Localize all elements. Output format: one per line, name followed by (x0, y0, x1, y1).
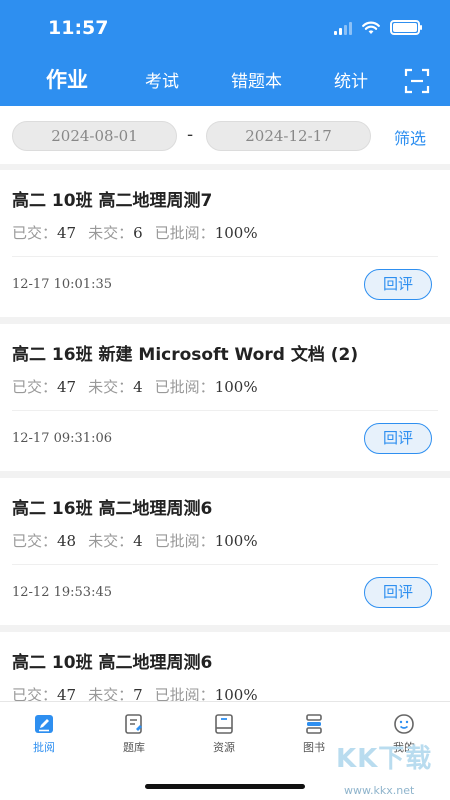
wifi-icon (362, 21, 380, 34)
smiley-icon (394, 714, 414, 734)
tab-homework[interactable]: 作业 (46, 64, 88, 94)
submitted-count: 47 (57, 686, 77, 701)
unsubmitted-label: 未交： (88, 224, 134, 242)
card-timestamp: 12-17 09:31:06 (12, 431, 112, 446)
card-title: 高二 10班 高二地理周测7 (12, 191, 213, 211)
card-stats: 已交：47 未交：7 已批阅：100% (12, 684, 258, 701)
tab-wrong-questions[interactable]: 错题本 (231, 67, 282, 92)
homework-card[interactable]: 高二 16班 高二地理周测6 已交：48 未交：4 已批阅：100% 12-12 1… (0, 478, 450, 625)
card-stats: 已交：47 未交：6 已批阅：100% (12, 222, 258, 243)
card-divider (12, 410, 438, 411)
home-indicator[interactable] (145, 784, 305, 789)
review-button[interactable]: 回评 (364, 269, 432, 300)
watermark-logo: KK下载 (336, 744, 433, 774)
submitted-label: 已交： (12, 378, 58, 396)
card-divider (12, 564, 438, 565)
date-filter-bar: 2024-08-01 - 2024-12-17 筛选 (0, 106, 450, 164)
unsubmitted-count: 6 (133, 224, 143, 242)
reviewed-percent: 100% (214, 224, 258, 242)
nav-label-question-bank: 题库 (123, 741, 145, 754)
watermark-url: www.kkx.net (344, 784, 415, 797)
submitted-label: 已交： (12, 224, 58, 242)
tab-exam[interactable]: 考试 (145, 67, 179, 92)
status-bar: 11:57 (0, 0, 450, 52)
card-timestamp: 12-12 19:53:45 (12, 585, 112, 600)
card-title: 高二 10班 高二地理周测6 (12, 653, 213, 673)
submitted-count: 47 (57, 378, 77, 396)
nav-item-review[interactable]: 批阅 (14, 712, 74, 755)
nav-label-review: 批阅 (33, 741, 55, 754)
homework-card[interactable]: 高二 10班 高二地理周测6 已交：47未交：7已批阅：100% 回评 (0, 632, 450, 701)
reviewed-percent: 100% (214, 378, 258, 396)
homework-list: 高二 10班 高二地理周测7 已交：47 未交：6 已批阅：100% 12-17 1… (0, 170, 450, 701)
nav-item-library[interactable]: 图书 (284, 712, 344, 755)
top-tabs: 作业 考试 错题本 统计 (0, 52, 450, 106)
status-icons (334, 20, 422, 35)
reviewed-percent: 100% (214, 686, 258, 701)
card-divider (12, 256, 438, 257)
unsubmitted-count: 7 (133, 686, 143, 701)
review-button[interactable]: 回评 (364, 577, 432, 608)
pencil-icon (35, 715, 53, 733)
homework-card[interactable]: 高二 10班 高二地理周测7 已交：47 未交：6 已批阅：100% 12-17 1… (0, 170, 450, 317)
start-date-picker[interactable]: 2024-08-01 (12, 121, 177, 151)
unsubmitted-label: 未交： (88, 378, 134, 396)
date-separator: - (187, 125, 194, 145)
cellular-signal-icon (334, 21, 352, 35)
nav-item-question-bank[interactable]: 题库 (104, 712, 164, 755)
tab-statistics[interactable]: 统计 (334, 67, 368, 92)
card-timestamp: 12-17 10:01:35 (12, 277, 112, 292)
card-stats: 已交：48 未交：4 已批阅：100% (12, 530, 258, 551)
library-icon (306, 714, 322, 734)
unsubmitted-count: 4 (133, 378, 143, 396)
card-stats: 已交：47 未交：4 已批阅：100% (12, 376, 258, 397)
submitted-count: 47 (57, 224, 77, 242)
reviewed-label: 已批阅： (154, 532, 215, 550)
card-title: 高二 16班 高二地理周测6 (12, 499, 213, 519)
submitted-label: 已交： (12, 532, 58, 550)
reviewed-label: 已批阅： (154, 378, 215, 396)
book-icon (215, 714, 233, 734)
battery-icon (390, 20, 422, 35)
nav-item-resources[interactable]: 资源 (194, 712, 254, 755)
filter-button[interactable]: 筛选 (394, 125, 426, 149)
homework-card[interactable]: 高二 16班 新建 Microsoft Word 文档 (2) 已交：47 未交：… (0, 324, 450, 471)
reviewed-percent: 100% (214, 532, 258, 550)
question-bank-icon (125, 714, 142, 734)
end-date-picker[interactable]: 2024-12-17 (206, 121, 371, 151)
unsubmitted-label: 未交： (88, 532, 134, 550)
review-button[interactable]: 回评 (364, 423, 432, 454)
nav-label-resources: 资源 (213, 741, 235, 754)
reviewed-label: 已批阅： (154, 224, 215, 242)
unsubmitted-label: 未交： (88, 686, 134, 701)
unsubmitted-count: 4 (133, 532, 143, 550)
submitted-count: 48 (57, 532, 77, 550)
reviewed-label: 已批阅： (154, 686, 215, 701)
status-time: 11:57 (48, 17, 109, 39)
scan-icon[interactable] (404, 68, 430, 94)
submitted-label: 已交： (12, 686, 58, 701)
nav-label-library: 图书 (303, 741, 325, 754)
app-header: 11:57 作业 考试 错题本 统计 (0, 0, 450, 106)
card-title: 高二 16班 新建 Microsoft Word 文档 (2) (12, 345, 359, 365)
